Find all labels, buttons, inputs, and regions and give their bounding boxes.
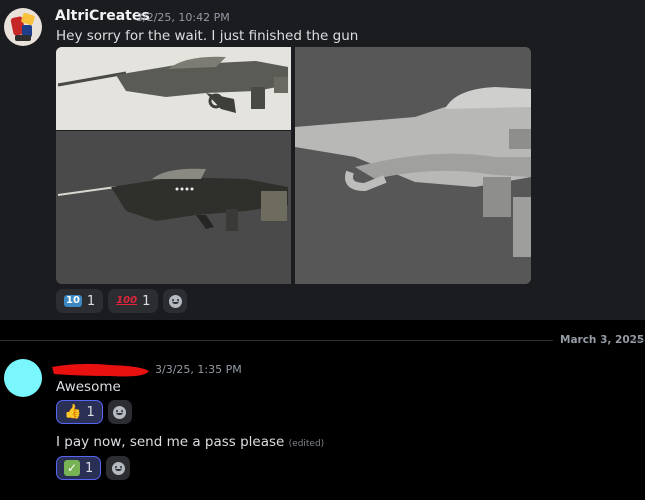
smile-icon <box>111 461 125 475</box>
message-text: I pay now, send me a pass please (edited… <box>56 434 324 450</box>
timestamp[interactable]: 3/2/25, 10:42 PM <box>136 11 230 24</box>
avatar[interactable] <box>4 359 42 397</box>
keycap-ten-icon: 10 <box>64 295 82 307</box>
reaction-count: 1 <box>142 293 151 309</box>
gun-render-side-dark[interactable] <box>56 131 291 284</box>
reaction-count: 1 <box>86 404 95 420</box>
gun-render-closeup[interactable] <box>295 47 531 284</box>
image-attachments <box>56 47 531 284</box>
add-reaction-button[interactable] <box>106 456 131 480</box>
gun-render-side-light[interactable] <box>56 47 291 130</box>
check-mark-icon: ✓ <box>64 460 80 476</box>
add-reaction-button[interactable] <box>107 400 132 424</box>
reaction-count: 1 <box>86 293 96 309</box>
reaction-check-mark-button[interactable]: ✓ 1 <box>56 456 102 480</box>
message-text: Awesome <box>56 379 121 395</box>
reaction-keycap-ten[interactable]: 10 1 <box>56 289 104 313</box>
timestamp[interactable]: 3/3/25, 1:35 PM <box>155 363 242 376</box>
reaction-bar: ✓ 1 <box>56 456 131 480</box>
message-group-1: AltriCreates 3/2/25, 10:42 PM Hey sorry … <box>0 0 645 320</box>
message-text: Hey sorry for the wait. I just finished … <box>56 28 359 44</box>
smile-icon <box>113 405 127 419</box>
reaction-hundred-points[interactable]: 100 1 <box>108 289 159 313</box>
reaction-bar: 10 1 100 1 <box>56 289 188 313</box>
avatar[interactable] <box>4 8 42 46</box>
reaction-count: 1 <box>85 460 94 476</box>
hundred-points-icon: 100 <box>116 295 138 306</box>
date-divider-line <box>0 340 553 341</box>
date-divider-line <box>630 340 645 341</box>
redacted-username <box>52 363 149 377</box>
reaction-thumbs-up[interactable]: 👍 1 <box>56 400 103 424</box>
reaction-bar: 👍 1 <box>56 400 132 424</box>
thumbs-up-icon: 👍 <box>64 404 82 420</box>
message-text-body: I pay now, send me a pass please <box>56 434 285 450</box>
avatar-art <box>15 35 31 41</box>
add-reaction-button[interactable] <box>163 289 188 313</box>
smile-icon <box>168 294 182 308</box>
edited-label: (edited) <box>288 439 325 449</box>
